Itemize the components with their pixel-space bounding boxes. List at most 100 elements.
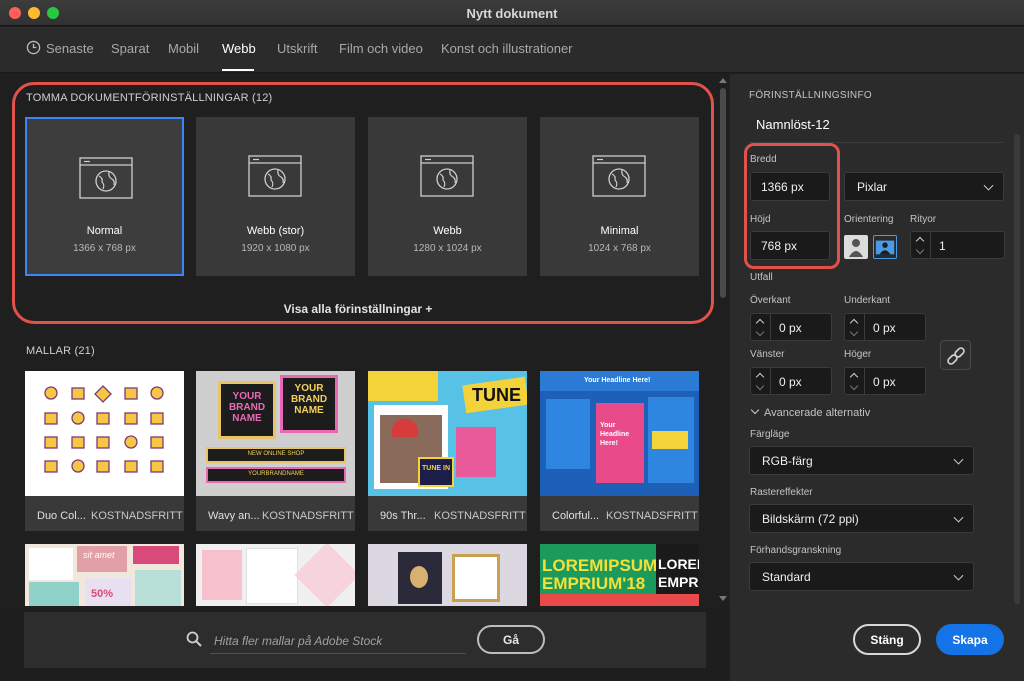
dimensions-highlight (744, 143, 840, 269)
increment-icon[interactable] (849, 318, 859, 328)
template-name: Wavy an... (208, 510, 260, 522)
templates-heading: MALLAR (21) (26, 345, 95, 357)
category-tabs: Senaste Sparat Mobil Webb Utskrift Film … (0, 27, 1024, 73)
decrement-icon[interactable] (915, 245, 925, 255)
increment-icon[interactable] (755, 318, 765, 328)
link-bleed-button[interactable] (940, 340, 971, 370)
template-badge: KOSTNADSFRITT (262, 510, 354, 522)
decrement-icon[interactable] (755, 327, 765, 337)
landscape-orientation-button[interactable] (873, 235, 897, 259)
preset-card-minimal[interactable]: Minimal 1024 x 768 px (540, 117, 699, 276)
bottom-bleed-value: 0 px (873, 321, 896, 335)
landscape-icon (875, 240, 895, 255)
increment-icon[interactable] (755, 372, 765, 382)
active-tab-indicator (222, 69, 254, 71)
go-button[interactable]: Gå (477, 625, 545, 654)
tab-saved[interactable]: Sparat (111, 41, 149, 56)
search-icon (186, 631, 202, 647)
scroll-up-arrow-icon[interactable] (719, 78, 727, 83)
increment-icon[interactable] (915, 236, 925, 246)
scroll-thumb[interactable] (720, 88, 726, 298)
preset-size: 1920 x 1080 px (241, 243, 310, 254)
template-thumbnail: YOUR BRAND NAME YOUR BRAND NAME NEW ONLI… (196, 371, 355, 496)
document-name[interactable]: Namnlöst-12 (756, 117, 830, 132)
template-name: Colorful... (552, 510, 600, 522)
presets-scrollbar[interactable] (716, 74, 730, 608)
template-card-90s[interactable]: TUNE TUNE IN 90s Thr... KOSTNADSFRITT (368, 371, 527, 531)
template-thumbnail: Your Headline Here! Your Headline Here! (540, 371, 699, 496)
top-bleed-stepper[interactable]: 0 px (750, 313, 832, 341)
preset-card-web-large[interactable]: Webb (stor) 1920 x 1080 px (196, 117, 355, 276)
decrement-icon[interactable] (755, 381, 765, 391)
template-card-wavy[interactable]: YOUR BRAND NAME YOUR BRAND NAME NEW ONLI… (196, 371, 355, 531)
template-card-photo[interactable] (368, 544, 527, 606)
template-card-pastel[interactable] (196, 544, 355, 606)
web-document-icon (420, 155, 474, 197)
preset-size: 1024 x 768 px (588, 243, 651, 254)
preset-card-normal[interactable]: Normal 1366 x 768 px (25, 117, 184, 276)
template-name: 90s Thr... (380, 510, 426, 522)
tab-art-illustration[interactable]: Konst och illustrationer (441, 41, 573, 56)
tab-print[interactable]: Utskrift (277, 41, 317, 56)
right-bleed-label: Höger (844, 349, 872, 360)
portrait-icon (849, 239, 863, 257)
preset-name: Webb (433, 225, 462, 237)
web-document-icon (79, 157, 133, 199)
template-card-colorful[interactable]: Your Headline Here! Your Headline Here! … (540, 371, 699, 531)
artboards-stepper[interactable]: 1 (910, 231, 1005, 259)
bottom-bleed-stepper[interactable]: 0 px (844, 313, 926, 341)
color-mode-select[interactable]: RGB-färg (749, 446, 974, 475)
orientation-label: Orientering (844, 214, 894, 225)
template-name: Duo Col... (37, 510, 86, 522)
info-scrollbar[interactable] (1014, 134, 1020, 604)
tab-web[interactable]: Webb (222, 41, 256, 56)
chevron-down-icon (953, 570, 964, 581)
create-button[interactable]: Skapa (936, 624, 1004, 655)
decrement-icon[interactable] (849, 327, 859, 337)
chevron-down-icon (953, 454, 964, 465)
preset-card-web[interactable]: Webb 1280 x 1024 px (368, 117, 527, 276)
artboards-value: 1 (939, 239, 946, 253)
raster-effects-select[interactable]: Bildskärm (72 ppi) (749, 504, 974, 533)
tab-mobile[interactable]: Mobil (168, 41, 199, 56)
tab-recent[interactable]: Senaste (46, 41, 94, 56)
template-thumbnail: TUNE TUNE IN (368, 371, 527, 496)
right-bleed-value: 0 px (873, 375, 896, 389)
chevron-down-icon[interactable] (750, 405, 760, 415)
preview-mode-label: Förhandsgranskning (750, 545, 842, 556)
template-card-duo-color[interactable]: Duo Col... KOSTNADSFRITT (25, 371, 184, 531)
view-all-presets-link[interactable]: Visa alla förinställningar + (0, 302, 716, 316)
template-card-lorem[interactable]: LOREMIPSUM EMPRIUM'18 LOREM EMPR (540, 544, 699, 606)
portrait-orientation-button[interactable] (844, 235, 868, 259)
preset-size: 1280 x 1024 px (413, 243, 482, 254)
tab-film-video[interactable]: Film och video (339, 41, 423, 56)
template-badge: KOSTNADSFRITT (434, 510, 526, 522)
template-card-sale[interactable]: sit amet 50% (25, 544, 184, 606)
decrement-icon[interactable] (849, 381, 859, 391)
increment-icon[interactable] (849, 372, 859, 382)
clock-icon (26, 40, 41, 55)
template-badge: KOSTNADSFRITT (91, 510, 183, 522)
raster-effects-label: Rastereffekter (750, 487, 813, 498)
advanced-options-toggle[interactable]: Avancerade alternativ (764, 407, 870, 419)
top-bleed-label: Överkant (750, 295, 791, 306)
bottom-bleed-label: Underkant (844, 295, 891, 306)
unit-select[interactable]: Pixlar (844, 172, 1004, 201)
preview-mode-select[interactable]: Standard (749, 562, 974, 591)
right-bleed-stepper[interactable]: 0 px (844, 367, 926, 395)
bleed-label: Utfall (750, 272, 773, 283)
chevron-down-icon (953, 512, 964, 523)
close-button[interactable]: Stäng (853, 624, 921, 655)
left-bleed-stepper[interactable]: 0 px (750, 367, 832, 395)
web-document-icon (248, 155, 302, 197)
artboards-label: Rityor (910, 214, 937, 225)
template-thumbnail (25, 371, 184, 496)
color-mode-label: Färgläge (750, 429, 790, 440)
left-bleed-label: Vänster (750, 349, 785, 360)
left-bleed-value: 0 px (779, 375, 802, 389)
stock-search-input[interactable] (210, 628, 466, 654)
window-title: Nytt dokument (466, 6, 558, 21)
scroll-down-arrow-icon[interactable] (719, 596, 727, 601)
preset-name: Webb (stor) (246, 225, 305, 237)
link-icon (947, 347, 965, 365)
